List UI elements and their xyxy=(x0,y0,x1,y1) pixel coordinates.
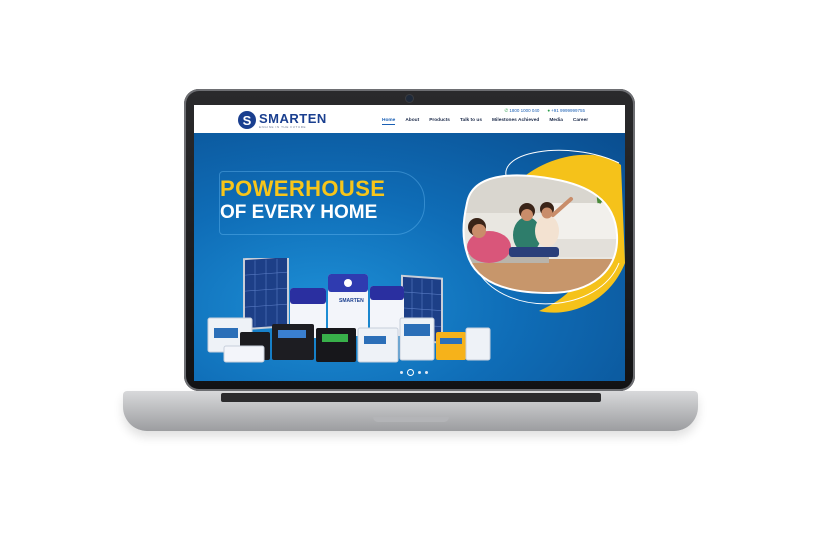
logo-tagline: ENGINE IN THE FUTURE xyxy=(259,124,307,129)
whatsapp-number: +91 9999999755 xyxy=(551,108,585,113)
site-logo[interactable]: S SMARTEN ENGINE IN THE FUTURE xyxy=(238,110,327,130)
laptop-screen: S SMARTEN ENGINE IN THE FUTURE ✆1800 100… xyxy=(194,105,625,381)
logo-text: SMARTEN ENGINE IN THE FUTURE xyxy=(259,112,327,129)
main-nav: Home About Products Talk to us Milestone… xyxy=(382,118,588,125)
whatsapp-icon: ● xyxy=(547,108,551,113)
logo-mark-icon: S xyxy=(238,111,256,129)
nav-products[interactable]: Products xyxy=(429,118,450,125)
product-lineup: SMARTEN xyxy=(207,258,491,363)
nav-media[interactable]: Media xyxy=(549,118,563,125)
slider-dot-4[interactable] xyxy=(425,371,428,374)
keyboard-hinge xyxy=(221,393,601,402)
nav-career[interactable]: Career xyxy=(573,118,588,125)
opening-notch xyxy=(373,417,449,422)
laptop-lid: S SMARTEN ENGINE IN THE FUTURE ✆1800 100… xyxy=(184,89,635,391)
slider-dots xyxy=(400,369,428,376)
laptop-base xyxy=(123,391,698,431)
nav-milestones[interactable]: Milestones Achieved xyxy=(492,118,539,125)
logo-name: SMARTEN xyxy=(259,110,327,126)
slider-dot-1[interactable] xyxy=(400,371,403,374)
phone-contact[interactable]: ✆1800 1000 040 xyxy=(505,108,540,114)
hero-headline-line2: OF EVERY HOME xyxy=(220,202,378,223)
whatsapp-contact[interactable]: ●+91 9999999755 xyxy=(547,108,585,114)
nav-about[interactable]: About xyxy=(405,118,419,125)
webcam-icon xyxy=(406,95,413,102)
hero-headline-line1: POWERHOUSE xyxy=(220,176,386,201)
nav-talk-to-us[interactable]: Talk to us xyxy=(460,118,482,125)
phone-icon: ✆ xyxy=(504,108,509,113)
phone-number: 1800 1000 040 xyxy=(509,108,540,113)
hero-banner[interactable]: POWERHOUSE OF EVERY HOME SMARTEN xyxy=(194,133,625,381)
nav-home[interactable]: Home xyxy=(382,118,396,125)
slider-dot-2-active[interactable] xyxy=(407,369,414,376)
site-header: S SMARTEN ENGINE IN THE FUTURE ✆1800 100… xyxy=(194,105,625,134)
contact-info: ✆1800 1000 040 ●+91 9999999755 xyxy=(505,108,585,114)
inverter-brand: SMARTEN xyxy=(339,298,364,304)
slider-dot-3[interactable] xyxy=(418,371,421,374)
